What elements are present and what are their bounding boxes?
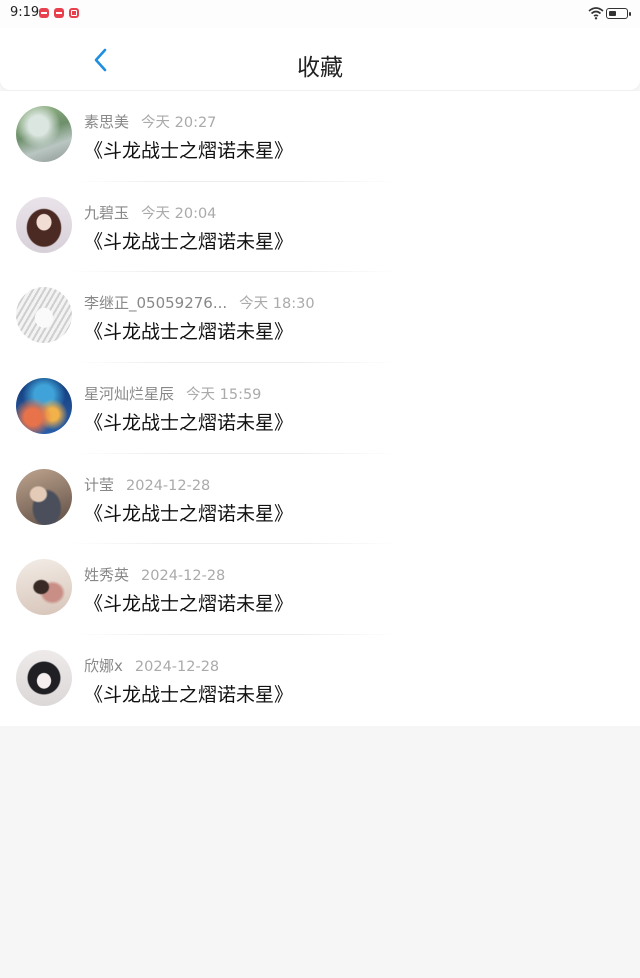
- wifi-icon: [588, 7, 604, 20]
- anime-sketch-avatar[interactable]: [16, 287, 72, 344]
- post-time: 今天 20:27: [141, 115, 217, 131]
- notification-icon: [39, 8, 49, 18]
- street-photo-avatar[interactable]: [16, 106, 72, 162]
- post-title[interactable]: 《斗龙战士之熠诺未星》: [84, 680, 293, 707]
- list-item[interactable]: 星河灿烂星辰 今天 15:59 《斗龙战士之熠诺未星》: [0, 363, 640, 454]
- notification-icon: [54, 8, 64, 18]
- post-title[interactable]: 《斗龙战士之熠诺未星》: [84, 317, 293, 344]
- list-item[interactable]: 素思美 今天 20:27 《斗龙战士之熠诺未星》: [0, 91, 640, 182]
- post-time: 2024-12-28: [134, 659, 220, 676]
- post-title[interactable]: 《斗龙战士之熠诺未星》: [84, 499, 293, 526]
- user-name[interactable]: 姓秀英: [84, 566, 129, 584]
- status-bar: 9:19: [0, 0, 640, 28]
- user-name[interactable]: 星河灿烂星辰: [84, 385, 174, 403]
- post-time: 今天 20:04: [141, 205, 217, 222]
- woman-lying-avatar[interactable]: [16, 559, 72, 616]
- post-title[interactable]: 《斗龙战士之熠诺未星》: [84, 136, 293, 163]
- person-photo-avatar[interactable]: [16, 468, 72, 525]
- user-name[interactable]: 李继正_05059276...: [84, 294, 227, 312]
- galaxy-avatar[interactable]: [16, 378, 72, 435]
- status-time: 9:19: [10, 5, 40, 20]
- list-item[interactable]: 姓秀英 2024-12-28 《斗龙战士之熠诺未星》: [0, 544, 640, 636]
- post-time: 2024-12-28: [141, 568, 226, 585]
- favorites-list: 素思美 今天 20:27 《斗龙战士之熠诺未星》 九碧玉 今天 20:04 《斗龙战…: [0, 91, 640, 726]
- woman-portrait-avatar[interactable]: [16, 196, 72, 253]
- user-name[interactable]: 素思美: [84, 113, 129, 131]
- list-item[interactable]: 欣娜x 2024-12-28 《斗龙战士之熠诺未星》: [0, 635, 640, 726]
- battery-icon: [606, 8, 631, 19]
- post-time: 今天 18:30: [239, 296, 315, 313]
- post-title[interactable]: 《斗龙战士之熠诺未星》: [84, 408, 293, 435]
- list-item[interactable]: 计莹 2024-12-28 《斗龙战士之熠诺未星》: [0, 454, 640, 545]
- page-title: 收藏: [297, 55, 343, 81]
- notification-icon: [69, 8, 79, 18]
- anime-girl-avatar[interactable]: [16, 650, 72, 707]
- user-name[interactable]: 九碧玉: [84, 204, 129, 222]
- user-name[interactable]: 欣娜x: [84, 657, 123, 675]
- post-time: 今天 15:59: [186, 387, 262, 404]
- list-item[interactable]: 九碧玉 今天 20:04 《斗龙战士之熠诺未星》: [0, 182, 640, 273]
- post-title[interactable]: 《斗龙战士之熠诺未星》: [84, 589, 293, 616]
- header: 收藏: [0, 28, 640, 90]
- post-title[interactable]: 《斗龙战士之熠诺未星》: [84, 227, 293, 254]
- list-item[interactable]: 李继正_05059276... 今天 18:30 《斗龙战士之熠诺未星》: [0, 272, 640, 364]
- user-name[interactable]: 计莹: [84, 476, 114, 494]
- post-time: 2024-12-28: [126, 477, 211, 494]
